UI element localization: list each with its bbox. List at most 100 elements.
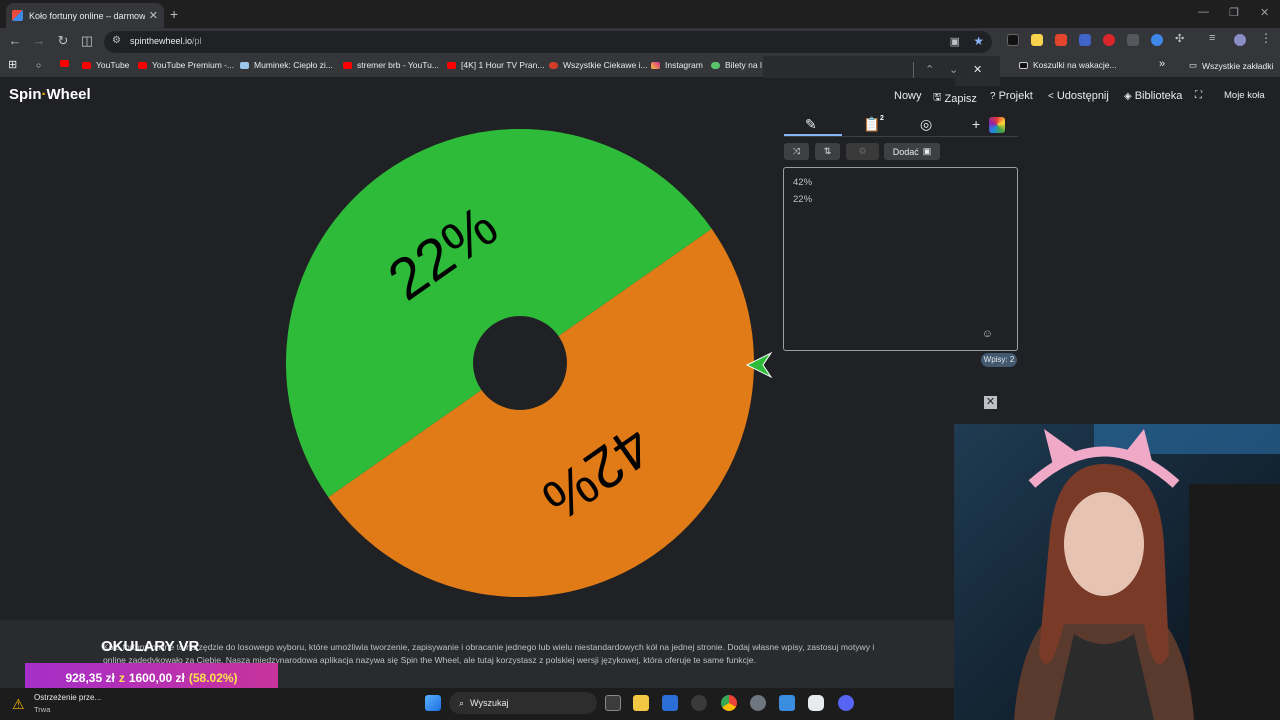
site-logo[interactable]: Spin·Wheel (9, 86, 91, 103)
spinner-icon: ⚙ (858, 146, 867, 156)
app-icon[interactable] (808, 695, 824, 711)
weather-warning-widget[interactable]: ⚠ Ostrzeżenie prze... Trwa (12, 693, 101, 714)
extensions-puzzle-icon[interactable]: ✣ (1175, 32, 1187, 45)
app-icon[interactable] (779, 695, 795, 711)
bookmark-icon[interactable]: ○ (36, 60, 41, 70)
add-plus-icon[interactable]: + (972, 116, 980, 132)
bookmark-item[interactable]: Instagram (651, 60, 703, 70)
all-bookmarks-folder[interactable]: ▭ Wszystkie zakładki (1189, 60, 1273, 71)
reload-icon[interactable]: ↻ (54, 33, 72, 49)
results-count-badge: 2 (880, 115, 884, 122)
nav-library-button[interactable]: ◈ Biblioteka (1124, 90, 1182, 102)
wheel-center-hub[interactable] (473, 316, 567, 410)
forward-icon[interactable]: → (30, 33, 48, 48)
edit-pencil-icon[interactable]: ✎ (805, 116, 817, 133)
maximize-icon[interactable]: ❐ (1229, 6, 1239, 19)
hide-eye-icon[interactable]: ◎ (920, 116, 932, 133)
minimize-icon[interactable]: — (1198, 6, 1209, 18)
browser-toolbar: ← → ↻ ◫ ⚙ spinthewheel.io/pl ▣ ★ ✣ ≡ ⋮ (0, 28, 1280, 56)
bookmarks-bar: ⊞ ○ YouTube YouTube Premium -... Muminek… (0, 56, 1280, 78)
taskbar-search-input[interactable]: ⌕ Wyszukaj (449, 692, 597, 714)
results-clipboard-icon[interactable]: 📋 (863, 116, 880, 133)
nav-new-button[interactable]: Nowy (894, 90, 922, 102)
add-image-button[interactable]: Dodać ▣ (884, 143, 940, 160)
extension-icon[interactable] (1151, 34, 1163, 46)
library-icon: ◈ (1124, 90, 1132, 102)
profile-avatar[interactable] (1234, 34, 1246, 46)
store-icon[interactable] (662, 695, 678, 711)
question-icon: ? (990, 90, 996, 102)
browser-tab[interactable]: Koło fortuny online – darmowe ✕ (6, 3, 164, 28)
file-explorer-icon[interactable] (633, 695, 649, 711)
nav-save-button[interactable]: 🖫 Zapisz (933, 90, 977, 107)
apps-grid-icon[interactable]: ⊞ (8, 58, 17, 71)
folder-icon: ▭ (1189, 60, 1198, 70)
extension-icon[interactable] (1007, 34, 1019, 46)
nav-project-button[interactable]: ? Projekt (990, 90, 1033, 102)
side-panel-icon[interactable]: ◫ (78, 33, 96, 49)
find-previous-icon[interactable]: ⌃ (925, 63, 934, 76)
extension-icon[interactable] (1103, 34, 1115, 46)
extension-icon[interactable] (1031, 34, 1043, 46)
wheel-pointer-icon (745, 351, 773, 379)
entries-count-badge: Wpisy: 2 (981, 353, 1017, 367)
find-next-icon[interactable]: ⌄ (949, 63, 958, 76)
more-bookmarks-chevron-icon[interactable]: » (1159, 58, 1165, 70)
menu-dots-icon[interactable]: ⋮ (1260, 31, 1272, 45)
bookmark-item[interactable]: Wszystkie Ciekawe i... (549, 60, 648, 70)
discord-icon[interactable] (838, 695, 854, 711)
browser-tab-strip: Koło fortuny online – darmowe ✕ + — ❐ ✕ (0, 0, 1280, 28)
save-icon: 🖫 (933, 92, 942, 103)
warning-icon: ⚠ (12, 696, 25, 712)
bookmark-item[interactable]: [4K] 1 Hour TV Pran... (447, 60, 544, 70)
windows-start-icon[interactable] (425, 695, 441, 711)
share-icon: < (1048, 90, 1054, 102)
close-ad-icon[interactable]: ✕ (984, 396, 997, 409)
site-info-icon[interactable]: ⚙ (112, 35, 121, 46)
image-toggle-button[interactable]: ⚙ (846, 143, 879, 160)
shuffle-button[interactable]: ⤨ (784, 143, 809, 160)
close-window-icon[interactable]: ✕ (1260, 6, 1269, 19)
stream-overlay-title: OKULARY VR (101, 638, 200, 655)
sort-button[interactable]: ⇅ (815, 143, 840, 160)
nav-share-button[interactable]: < Udostępnij (1048, 90, 1109, 102)
entry-line: 42% (793, 177, 813, 188)
site-favicon-icon (12, 10, 23, 21)
bookmark-item[interactable]: Muminek: Ciepło zi... (240, 60, 333, 70)
streamer-webcam (954, 424, 1280, 720)
close-tab-icon[interactable]: ✕ (149, 9, 158, 22)
extension-icon[interactable] (1055, 34, 1067, 46)
bookmark-item[interactable]: Bilety na l (711, 60, 762, 70)
extension-icon[interactable] (1127, 34, 1139, 46)
tab-title: Koło fortuny online – darmowe (29, 10, 145, 21)
back-icon[interactable]: ← (6, 33, 24, 48)
media-control-icon[interactable]: ≡ (1209, 32, 1221, 44)
task-view-icon[interactable] (605, 695, 621, 711)
nav-my-wheels-button[interactable]: Moje koła (1224, 90, 1265, 101)
settings-gear-icon[interactable] (750, 695, 766, 711)
spin-wheel[interactable]: 42% 22% (270, 125, 770, 605)
sort-icon: ⇅ (823, 146, 832, 156)
bookmark-youtube-icon[interactable] (60, 60, 74, 67)
bookmark-item[interactable]: YouTube (82, 60, 129, 70)
fullscreen-icon[interactable]: ⛶ (1195, 90, 1205, 101)
theme-palette-icon[interactable] (989, 117, 1005, 133)
find-close-icon[interactable]: ✕ (973, 63, 982, 76)
extension-icon[interactable] (1079, 34, 1091, 46)
chrome-icon[interactable] (721, 695, 737, 711)
url-text: spinthewheel.io/pl (130, 36, 202, 46)
entries-textarea[interactable]: 42% 22% ☺ (783, 167, 1018, 351)
emoji-icon[interactable]: ☺ (982, 328, 993, 340)
tab-divider (784, 136, 1018, 137)
bookmark-star-icon[interactable]: ★ (973, 34, 984, 48)
search-icon: ⌕ (459, 697, 465, 708)
address-bar[interactable]: ⚙ spinthewheel.io/pl ▣ ★ (104, 31, 992, 53)
install-app-icon[interactable]: ▣ (950, 35, 960, 48)
shuffle-icon: ⤨ (792, 146, 801, 156)
app-icon[interactable] (691, 695, 707, 711)
image-icon: ▣ (922, 146, 932, 156)
bookmark-item[interactable]: YouTube Premium -... (138, 60, 234, 70)
bookmark-item[interactable]: Koszulki na wakacje... (1019, 60, 1117, 70)
bookmark-item[interactable]: stremer brb - YouTu... (343, 60, 439, 70)
new-tab-icon[interactable]: + (170, 6, 178, 22)
